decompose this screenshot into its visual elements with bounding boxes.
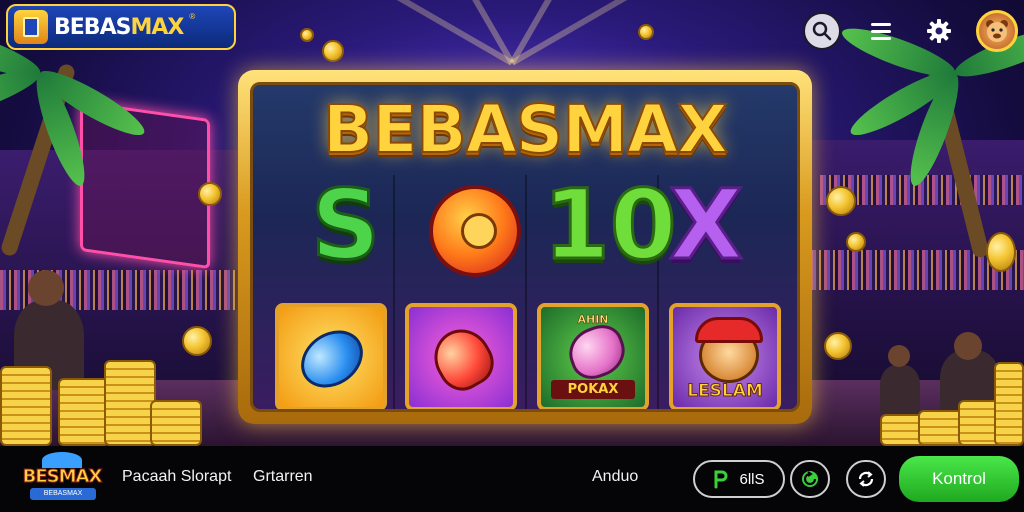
flying-coin bbox=[638, 24, 654, 40]
tile-label: POKAX bbox=[551, 380, 635, 399]
sync-button[interactable] bbox=[846, 460, 886, 498]
reel-symbol-x: X bbox=[667, 169, 744, 281]
game-title: BEBASMAX bbox=[322, 90, 729, 169]
slot-reels-area[interactable]: BEBASMAX S 10 X AHIN POKAX LESLAM bbox=[250, 82, 800, 412]
menu-button[interactable] bbox=[862, 12, 900, 50]
flying-coin bbox=[824, 332, 852, 360]
user-avatar[interactable] bbox=[976, 10, 1018, 52]
refresh-button[interactable] bbox=[790, 460, 830, 498]
fan-figure bbox=[880, 365, 920, 415]
registered-mark: ® bbox=[189, 12, 196, 21]
gear-icon bbox=[927, 19, 951, 43]
flying-coin bbox=[986, 232, 1016, 272]
reel-separator bbox=[525, 175, 527, 409]
tile-label: LESLAM bbox=[687, 381, 764, 402]
pink-fish-icon bbox=[562, 318, 632, 386]
sync-icon bbox=[858, 471, 874, 487]
footer-logo[interactable]: BESMAX BEBASMAX bbox=[12, 452, 112, 506]
balance-label: 6llS bbox=[739, 470, 765, 488]
blue-gem-icon bbox=[290, 318, 374, 400]
reel-symbol-o bbox=[429, 185, 521, 277]
flying-coin bbox=[846, 232, 866, 252]
reel-symbol-s: S bbox=[309, 169, 381, 281]
search-button[interactable] bbox=[803, 12, 841, 50]
symbol-tile-fish: AHIN POKAX bbox=[537, 303, 649, 409]
settings-button[interactable] bbox=[920, 12, 958, 50]
footer-text-3[interactable]: Anduo bbox=[592, 468, 638, 486]
search-icon bbox=[812, 21, 832, 41]
reel-separator bbox=[393, 175, 395, 409]
flying-coin bbox=[322, 40, 344, 62]
brand-logo[interactable]: BEBASMAX ® bbox=[6, 4, 236, 50]
coin-stack bbox=[994, 362, 1024, 446]
coin-stack bbox=[104, 360, 156, 446]
reel-symbol-10: 10 bbox=[542, 169, 679, 281]
coin-stack bbox=[58, 378, 110, 446]
neon-sign bbox=[80, 100, 210, 270]
bear-avatar-icon bbox=[986, 20, 1008, 42]
brand-mark-icon bbox=[14, 10, 48, 44]
coin-stack bbox=[150, 400, 202, 446]
tile-top-label: AHIN bbox=[577, 313, 609, 327]
flying-coin bbox=[198, 182, 222, 206]
p-icon bbox=[714, 470, 728, 489]
brand-name: BEBASMAX bbox=[54, 14, 184, 40]
fan-head bbox=[28, 270, 64, 306]
symbol-tile-gem bbox=[275, 303, 387, 409]
fan-head bbox=[954, 332, 982, 360]
symbol-tile-rocket bbox=[405, 303, 517, 409]
footer-text-2[interactable]: Grtarren bbox=[253, 468, 313, 486]
refresh-icon bbox=[802, 471, 818, 487]
footer-logo-text: BESMAX bbox=[22, 466, 103, 488]
balance-pill[interactable]: 6llS bbox=[693, 460, 785, 498]
footer-logo-sub: BEBASMAX bbox=[30, 488, 96, 500]
coin-stack bbox=[0, 366, 52, 446]
red-cap-icon bbox=[695, 317, 763, 343]
symbol-tile-bear: LESLAM bbox=[669, 303, 781, 409]
bottom-bar: BESMAX BEBASMAX Pacaah Slorapt Grtarren … bbox=[0, 446, 1024, 512]
footer-text-1[interactable]: Pacaah Slorapt bbox=[122, 468, 231, 486]
flying-coin bbox=[182, 326, 212, 356]
red-rocket-icon bbox=[423, 319, 503, 399]
kontrol-button[interactable]: Kontrol bbox=[899, 456, 1019, 502]
hamburger-menu-icon bbox=[871, 23, 891, 40]
flying-coin bbox=[300, 28, 314, 42]
slot-machine-frame: BEBASMAX S 10 X AHIN POKAX LESLAM bbox=[238, 70, 812, 424]
fan-head bbox=[888, 345, 910, 367]
bull-icon bbox=[461, 213, 497, 249]
flying-coin bbox=[826, 186, 856, 216]
